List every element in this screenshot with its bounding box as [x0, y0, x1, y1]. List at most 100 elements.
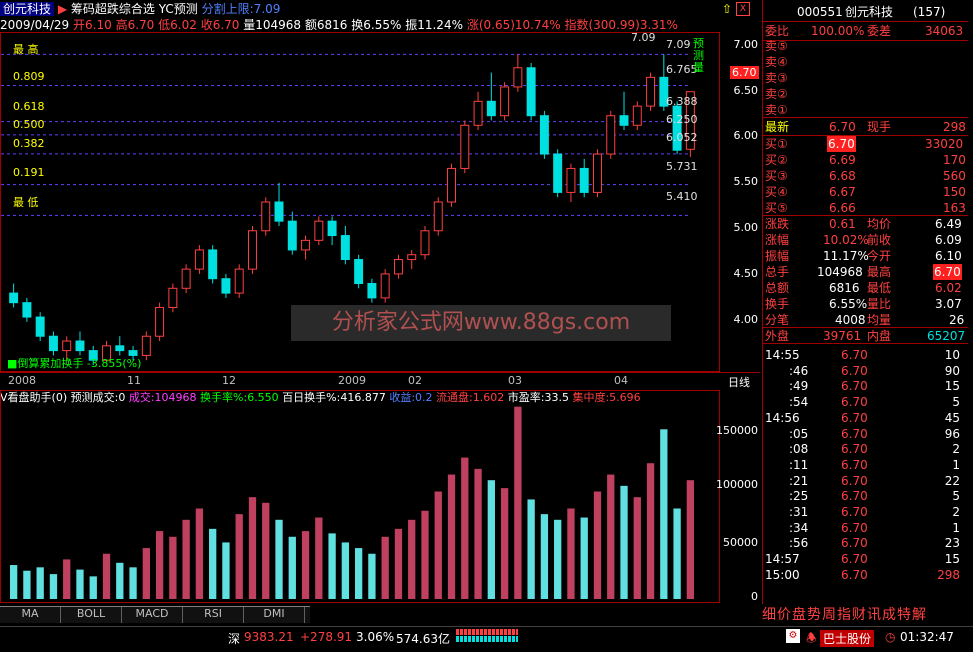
price-tick: 6.50 [733, 84, 759, 97]
clock-icon: ◷ [885, 630, 896, 644]
date-tick: 02 [408, 374, 422, 387]
stat-label: 振幅 [765, 249, 790, 263]
weibi-value: 100.00% [811, 24, 865, 38]
buy-5-price: 6.66 [829, 201, 856, 215]
candle-body [48, 335, 58, 352]
candle-body [234, 268, 244, 294]
triangle-icon: ▶ [57, 2, 68, 16]
candle-body [274, 201, 284, 222]
price-chart[interactable]: 最 高 0.809 0.618 0.500 0.382 0.191 最 低 7.… [0, 31, 720, 372]
stat-value: 4008 [835, 313, 866, 327]
sell-2-label: 卖② [765, 87, 788, 101]
indicator-tabs: MA BOLL MACD RSI DMI [0, 606, 310, 623]
fib-0809-label: 0.809 [13, 70, 45, 83]
tick-volume: 45 [944, 410, 960, 425]
volume-bar [673, 508, 681, 599]
stat-value: 26 [949, 313, 965, 327]
fib-r-3: 6.250 [666, 113, 698, 126]
volume-bar [116, 562, 124, 599]
weibi-label: 委比 [765, 24, 790, 38]
latest-row: 最新 6.70 现手 298 [763, 119, 968, 135]
volume-bar [514, 406, 522, 599]
tick-row: :25 6.70 5 [763, 488, 968, 504]
tab-ma[interactable]: MA [0, 607, 61, 623]
close-icon[interactable]: X [736, 2, 750, 16]
info-index: 指数(300.99)3.31% [564, 18, 678, 32]
buy-1-price: 6.70 [827, 136, 856, 152]
volume-bar [660, 429, 668, 599]
index-pct: 3.06% [356, 630, 395, 644]
latest-label: 最新 [765, 120, 790, 134]
period-label[interactable]: 日线 [728, 374, 750, 390]
candle-body [566, 167, 576, 193]
tick-price: 6.70 [841, 457, 868, 472]
stat-label: 换手 [765, 297, 790, 311]
volume-bar [301, 531, 310, 599]
stat-value: 6.70 [933, 264, 962, 280]
tick-row: :46 6.70 90 [763, 363, 968, 379]
watermark: 分析家公式网www.88gs.com [291, 305, 671, 341]
stock-name-title[interactable]: 创元科技 [0, 2, 55, 16]
volume-bar [248, 497, 257, 599]
volume-bar [368, 553, 376, 599]
volume-bar [540, 514, 549, 599]
volume-bar [76, 569, 84, 599]
pin-icon[interactable]: ⇧ [722, 2, 732, 16]
right-tabs[interactable]: 细价盘势周指财讯成特解 [762, 604, 973, 624]
scroll-ticker[interactable]: 巴士股份 [820, 630, 875, 647]
bottom-legend: ■倒算累加换手 -3.855(%) [7, 357, 142, 370]
candle-body [646, 76, 656, 107]
stat-value: 0.61 [829, 217, 856, 231]
candle-body [62, 340, 72, 352]
yc-label: YC预测 [158, 2, 198, 16]
tab-dmi[interactable]: DMI [244, 607, 305, 623]
volume-bar [461, 457, 469, 599]
volume-chart[interactable] [0, 390, 720, 603]
index-name[interactable]: 深 [228, 630, 240, 647]
tab-macd[interactable]: MACD [122, 607, 183, 623]
tick-volume: 2 [952, 505, 960, 519]
candle-body [593, 153, 602, 193]
candle-body [221, 278, 231, 294]
volume-bar [275, 519, 283, 599]
candle-body [301, 239, 311, 251]
tick-time: :31 [789, 505, 809, 519]
candle-body [579, 167, 589, 193]
volume-bar [580, 517, 588, 599]
stat-value: 10.02% [823, 233, 869, 247]
tab-boll[interactable]: BOLL [61, 607, 122, 623]
volume-bar [222, 542, 230, 599]
volume-bar [23, 570, 31, 599]
bell-icon[interactable]: 🕭 [806, 629, 817, 650]
volume-bar [686, 480, 695, 599]
volume-bar [354, 548, 363, 599]
index-amount: 574.63亿 [396, 632, 450, 646]
info-volume: 量104968 [243, 18, 302, 32]
candle-body [287, 220, 297, 251]
candle-body [354, 259, 364, 285]
stat-value: 6.02 [935, 281, 962, 295]
tick-price: 6.70 [841, 348, 868, 362]
candle-body [407, 254, 417, 261]
tool-icon[interactable]: ⚙ [786, 629, 800, 643]
buy-2-label: 买② [765, 153, 788, 167]
candle-body [168, 287, 178, 308]
tick-price: 6.70 [841, 410, 868, 425]
tick-volume: 90 [944, 363, 960, 378]
date-tick: 2008 [8, 374, 36, 387]
candle-body [327, 220, 337, 237]
candle-body [181, 268, 191, 289]
tick-row: 14:57 6.70 15 [763, 551, 968, 567]
tab-rsi[interactable]: RSI [183, 607, 244, 623]
volume-bar [36, 567, 44, 599]
vol-tick: 100000 [716, 478, 758, 491]
formula-name[interactable]: 筹码超跌综合选 [71, 2, 155, 16]
bottom-legend-text: 倒算累加换手 -3.855(%) [17, 357, 142, 370]
volume-bar [182, 519, 190, 599]
price-tick: 5.00 [733, 221, 759, 234]
candle-body [526, 67, 536, 117]
tick-volume: 298 [937, 567, 960, 582]
volume-bar [315, 517, 323, 599]
candle-body [115, 345, 125, 352]
title-bar: 创元科技 ▶ 筹码超跌综合选 YC预测 分割上限:7.09 [0, 0, 760, 16]
